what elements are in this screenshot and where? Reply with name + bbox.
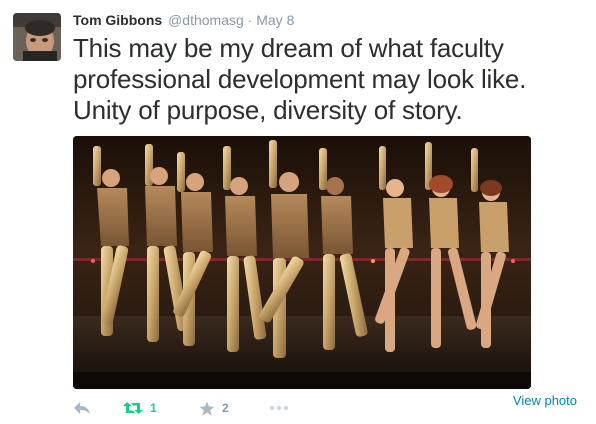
tweet-header: Tom Gibbons @dthomasg · May 8 [73,11,294,29]
author-handle[interactable]: @dthomasg [168,12,244,28]
tweet-photo[interactable] [73,136,531,389]
reply-icon [74,402,90,414]
star-icon [199,401,215,415]
photo-of-chorus-line-dancers [73,136,531,389]
favorite-count: 2 [222,401,229,415]
view-photo-link[interactable]: View photo [513,393,577,408]
header-separator: · [247,12,253,28]
retweet-icon [123,402,143,414]
tweet-timestamp[interactable]: May 8 [256,12,294,28]
more-button[interactable] [269,398,289,418]
retweet-count: 1 [150,401,157,415]
tweet-actions: 1 2 [73,398,583,420]
favorite-button[interactable]: 2 [199,398,229,418]
author-fullname[interactable]: Tom Gibbons [73,12,162,28]
retweet-button[interactable]: 1 [123,398,157,418]
tweet-text: This may be my dream of what faculty pro… [73,33,527,125]
reply-button[interactable] [73,398,91,418]
avatar-image [13,13,61,61]
avatar[interactable] [13,13,61,61]
more-dots-icon [269,405,289,411]
